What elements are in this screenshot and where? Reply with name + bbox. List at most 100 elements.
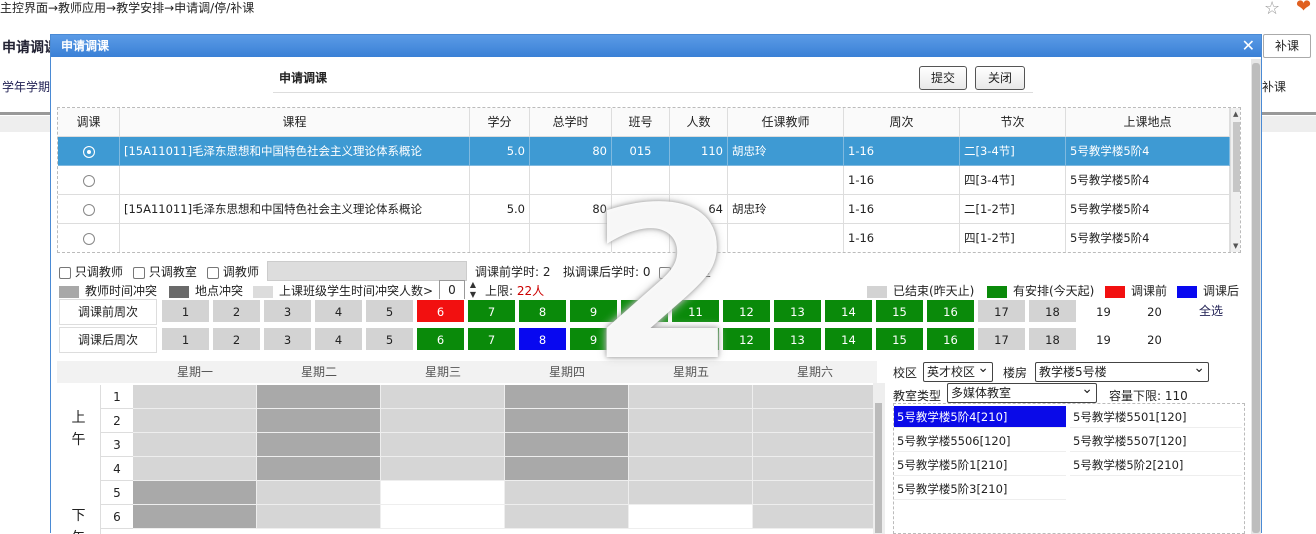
spin-up-icon[interactable]: ▲ [470,280,476,289]
table-scrollbar[interactable]: ▲ ▼ [1230,108,1240,252]
week-cell[interactable]: 17 [977,327,1026,351]
term-tab[interactable]: 学年学期 [2,78,50,95]
week-cell[interactable]: 15 [875,299,924,323]
schedule-slot[interactable] [381,409,505,433]
schedule-slot[interactable] [381,505,505,529]
scroll-up-icon[interactable]: ▲ [1233,110,1238,118]
schedule-slot[interactable] [257,385,381,409]
only-room-option[interactable]: 只调教室 [133,263,197,280]
checkbox[interactable] [133,266,145,279]
schedule-slot[interactable] [133,505,257,529]
week-cell[interactable]: 14 [824,299,873,323]
schedule-slot[interactable] [753,481,877,505]
schedule-slot[interactable] [133,433,257,457]
close-icon[interactable]: ✕ [1242,36,1255,56]
schedule-slot[interactable] [133,385,257,409]
column-header[interactable]: 上课地点 [1066,108,1230,137]
schedule-slot[interactable] [505,481,629,505]
schedule-slot[interactable] [753,433,877,457]
week-cell[interactable]: 10 [620,327,669,351]
conflict-count-input[interactable]: 0 [439,280,465,300]
schedule-slot[interactable] [629,409,753,433]
room-type-select[interactable]: 多媒体教室 [947,380,1097,403]
arrange-room-option[interactable]: 排教室 [659,263,711,280]
week-cell[interactable]: 14 [824,327,873,351]
week-cell[interactable]: 2 [212,327,261,351]
table-row[interactable]: 1-16 四[1-2节] 5号教学楼5阶4 [58,224,1230,252]
checkbox[interactable] [59,266,71,279]
radio-button[interactable] [82,203,95,216]
checkbox[interactable] [207,266,219,279]
spinner[interactable]: ▲ ▼ [467,280,479,300]
schedule-slot[interactable] [505,457,629,481]
column-header[interactable]: 课程 [120,108,470,137]
schedule-slot[interactable] [133,457,257,481]
radio-button[interactable] [82,232,95,245]
change-teacher-option[interactable]: 调教师 [207,263,259,280]
schedule-slot[interactable] [381,481,505,505]
radio-button[interactable] [82,145,95,158]
room-item[interactable]: 5号教学楼5阶2[210] [1070,454,1242,476]
checkbox[interactable] [659,266,671,279]
week-cell[interactable]: 9 [569,327,618,351]
schedule-slot[interactable] [381,457,505,481]
scroll-down-icon[interactable]: ▼ [1233,242,1238,250]
room-item[interactable]: 5号教学楼5阶1[210] [894,454,1066,476]
schedule-slot[interactable] [753,457,877,481]
scrollbar-thumb[interactable] [1252,63,1260,533]
heart-icon[interactable]: ❤ [1296,0,1311,17]
select-all-link[interactable]: 全选 [1185,299,1237,323]
week-cell[interactable]: 16 [926,327,975,351]
schedule-slot[interactable] [133,481,257,505]
week-cell[interactable]: 18 [1028,327,1077,351]
column-header[interactable]: 节次 [960,108,1066,137]
room-item[interactable]: 5号教学楼5501[120] [1070,406,1242,428]
week-cell[interactable]: 11 [671,327,720,351]
week-cell[interactable]: 4 [314,327,363,351]
table-row[interactable]: 1-16 四[3-4节] 5号教学楼5阶4 [58,166,1230,195]
schedule-slot[interactable] [257,433,381,457]
schedule-slot[interactable] [505,409,629,433]
table-row[interactable]: [15A11011]毛泽东思想和中国特色社会主义理论体系概论 5.0 80 01… [58,137,1230,166]
week-cell[interactable]: 3 [263,299,312,323]
schedule-slot[interactable] [629,433,753,457]
column-header[interactable]: 周次 [844,108,960,137]
week-cell[interactable]: 13 [773,299,822,323]
only-teacher-option[interactable]: 只调教师 [59,263,123,280]
scrollbar-thumb[interactable] [875,403,882,533]
column-header[interactable]: 调课 [58,108,120,137]
room-item[interactable]: 5号教学楼5阶3[210] [894,478,1066,500]
week-cell[interactable]: 18 [1028,299,1077,323]
room-item[interactable]: 5号教学楼5506[120] [894,430,1066,452]
week-cell[interactable]: 11 [671,299,720,323]
building-select[interactable]: 教学楼5号楼 [1035,359,1209,382]
week-cell[interactable]: 17 [977,299,1026,323]
week-cell[interactable]: 6 [416,327,465,351]
week-cell[interactable]: 12 [722,327,771,351]
column-header[interactable]: 总学时 [530,108,612,137]
teacher-input[interactable] [267,261,467,281]
week-cell[interactable]: 7 [467,299,516,323]
close-button[interactable]: 关闭 [975,66,1025,90]
week-cell[interactable]: 4 [314,299,363,323]
star-icon[interactable]: ☆ [1264,0,1280,19]
week-cell[interactable]: 1 [161,327,210,351]
week-cell[interactable]: 15 [875,327,924,351]
schedule-slot[interactable] [505,505,629,529]
schedule-slot[interactable] [753,505,877,529]
week-cell[interactable]: 2 [212,299,261,323]
schedule-slot[interactable] [133,409,257,433]
week-cell[interactable]: 16 [926,299,975,323]
column-header[interactable]: 任课教师 [728,108,844,137]
schedule-slot[interactable] [257,409,381,433]
schedule-scrollbar[interactable] [873,383,885,534]
scrollbar-thumb[interactable] [1233,122,1240,192]
schedule-slot[interactable] [753,409,877,433]
buke-button[interactable]: 补课 [1263,34,1311,58]
room-item[interactable]: 5号教学楼5阶4[210] [894,406,1066,428]
week-cell[interactable]: 19 [1079,299,1128,323]
week-cell[interactable]: 3 [263,327,312,351]
schedule-slot[interactable] [505,433,629,457]
schedule-slot[interactable] [257,481,381,505]
week-cell[interactable]: 8 [518,327,567,351]
